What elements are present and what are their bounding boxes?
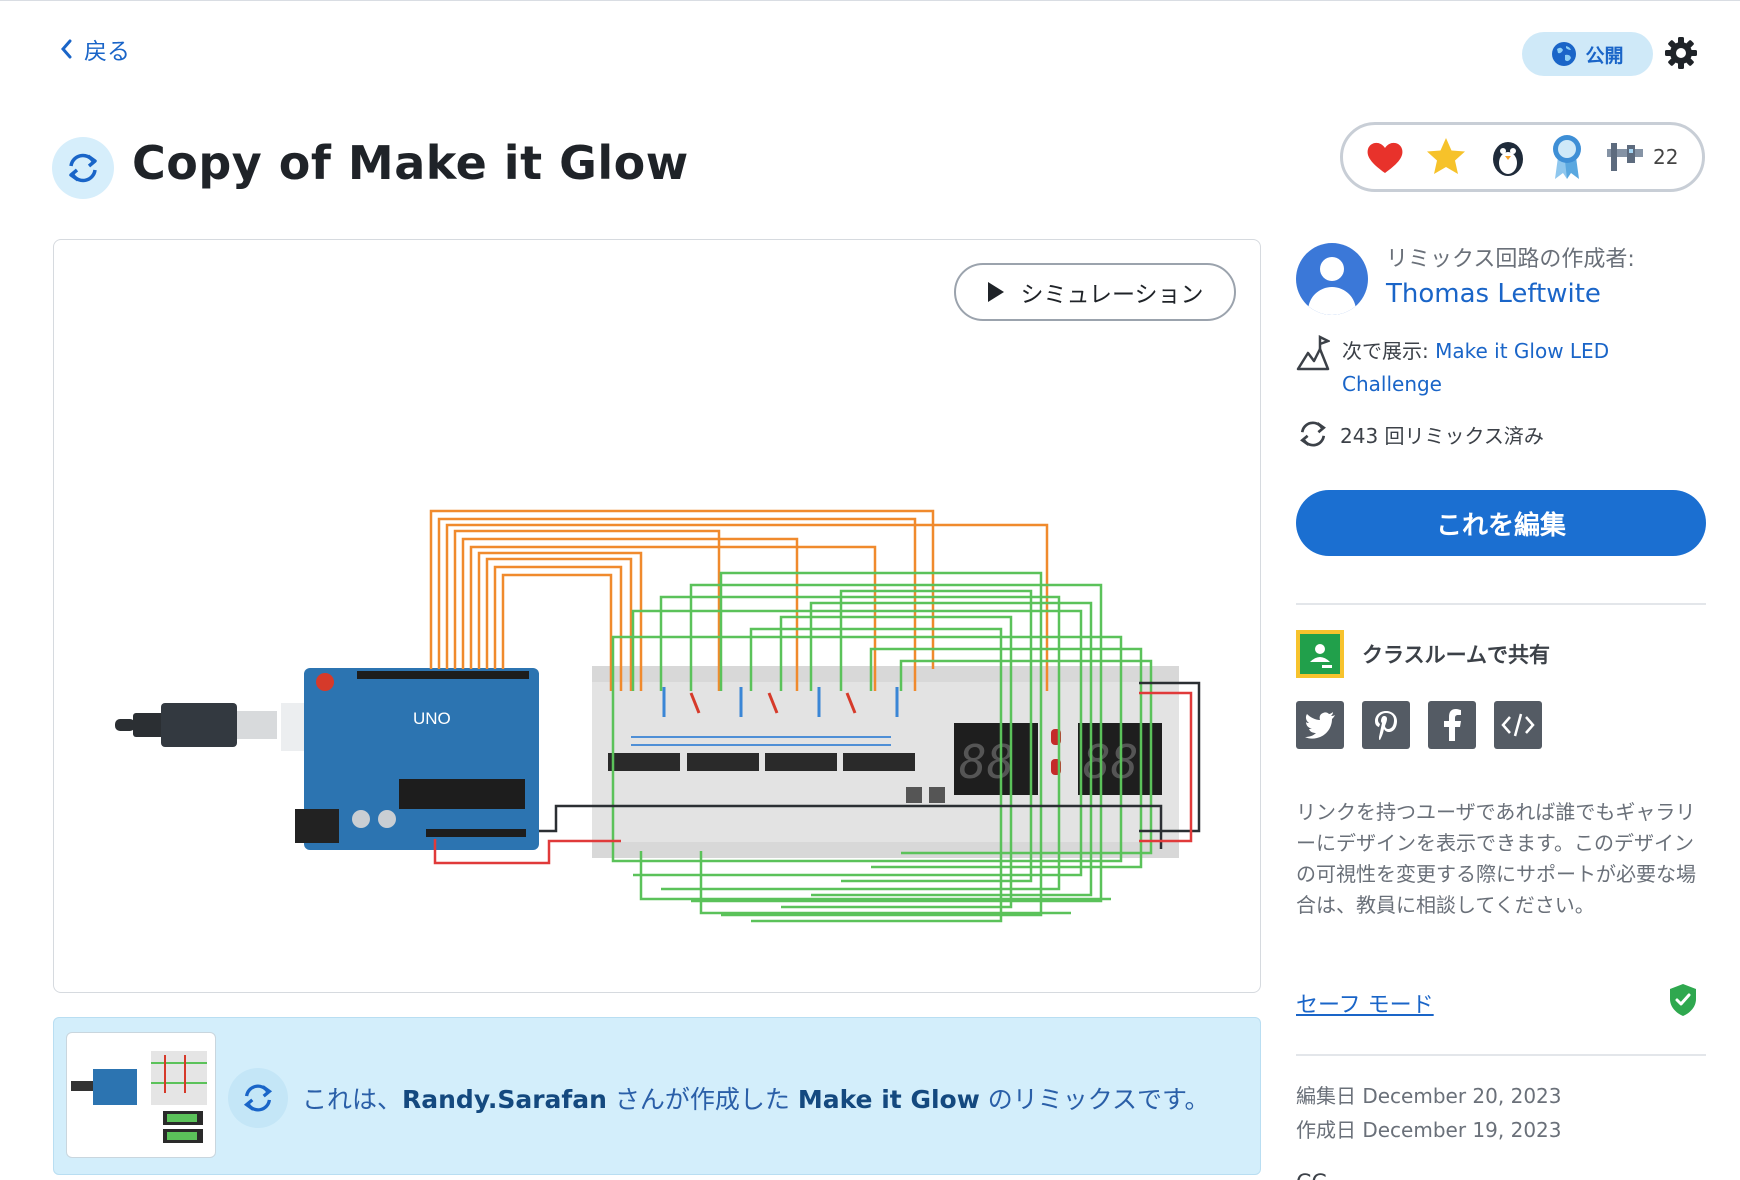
original-design-link[interactable]: Make it Glow (798, 1085, 980, 1114)
google-classroom-icon (1296, 630, 1344, 678)
top-divider (0, 0, 1740, 1)
chevron-left-icon (61, 39, 72, 59)
remix-note-prefix: これは、 (302, 1085, 403, 1114)
remix-note-middle: さんが作成した (606, 1085, 798, 1114)
play-icon (988, 282, 1005, 302)
caliper-icon (1607, 143, 1643, 171)
circuit-diagram: UNO 88 88 (115, 509, 1201, 923)
thumbnail-image (71, 1051, 207, 1143)
remix-note-badge (228, 1068, 288, 1128)
original-thumbnail[interactable] (66, 1032, 216, 1158)
pinterest-icon[interactable] (1362, 701, 1410, 749)
remix-icon (243, 1084, 273, 1112)
badges-panel[interactable]: 22 (1340, 122, 1705, 192)
share-classroom[interactable]: クラスルームで共有 (1296, 630, 1550, 678)
safe-mode-link[interactable]: セーフ モード (1296, 987, 1434, 1019)
featured-icon (1296, 335, 1330, 371)
penguin-icon (1493, 142, 1523, 176)
page-title: Copy of Make it Glow (132, 136, 689, 190)
star-icon (1427, 138, 1465, 174)
svg-text:88: 88 (959, 735, 1014, 789)
circuit-preview[interactable]: UNO 88 88 シミュレーション (53, 239, 1261, 993)
twitter-icon[interactable] (1296, 701, 1344, 749)
divider (1296, 603, 1706, 605)
badge-count: 22 (1653, 145, 1679, 169)
author-block: リミックス回路の作成者: Thomas Leftwite (1296, 239, 1706, 319)
avatar[interactable] (1296, 243, 1368, 315)
simulation-label: シミュレーション (1020, 282, 1204, 308)
visibility-button[interactable]: 公開 (1522, 32, 1653, 76)
license-badge[interactable]: CC (1296, 1171, 1327, 1180)
social-share (1296, 701, 1542, 749)
remix-count-text: 243 回リミックス済み (1340, 423, 1544, 448)
back-link[interactable]: 戻る (58, 32, 130, 66)
author-name-link[interactable]: Thomas Leftwite (1386, 279, 1635, 309)
remix-icon (1300, 421, 1326, 447)
edit-button[interactable]: これを編集 (1296, 490, 1706, 556)
visibility-info: リンクを持つユーザであれば誰でもギャラリーにデザインを表示できます。このデザイン… (1296, 800, 1696, 917)
remix-note-text: これは、Randy.Sarafan さんが作成した Make it Glow の… (302, 1080, 1210, 1116)
remix-icon (69, 153, 97, 183)
dates: 編集日 December 20, 2023 作成日 December 19, 2… (1296, 1079, 1562, 1147)
sidebar: リミックス回路の作成者: Thomas Leftwite 次で展示: Make … (1296, 239, 1706, 1180)
embed-icon[interactable] (1494, 701, 1542, 749)
heart-icon (1367, 142, 1403, 173)
facebook-icon[interactable] (1428, 701, 1476, 749)
visibility-label: 公開 (1585, 44, 1624, 67)
globe-icon (1552, 42, 1577, 66)
classroom-label: クラスルームで共有 (1362, 643, 1550, 667)
svg-text:UNO: UNO (413, 709, 451, 728)
shield-check-icon (1670, 984, 1696, 1016)
simulation-button[interactable]: シミュレーション (954, 263, 1236, 321)
featured-in: 次で展示: Make it Glow LED Challenge (1296, 335, 1632, 401)
divider (1296, 1054, 1706, 1056)
edited-date: 編集日 December 20, 2023 (1296, 1084, 1562, 1108)
remix-count: 243 回リミックス済み (1296, 417, 1544, 451)
remix-note-suffix: のリミックスです。 (979, 1085, 1210, 1114)
ribbon-icon (1553, 135, 1581, 179)
remix-note: これは、Randy.Sarafan さんが作成した Make it Glow の… (53, 1017, 1261, 1175)
cc-label: CC (1296, 1171, 1327, 1180)
author-label: リミックス回路の作成者: (1386, 247, 1635, 272)
gear-icon[interactable] (1664, 36, 1698, 70)
back-label: 戻る (84, 39, 130, 65)
featured-label: 次で展示: (1342, 339, 1429, 363)
created-date: 作成日 December 19, 2023 (1296, 1118, 1562, 1142)
remix-badge (52, 137, 114, 199)
original-author-link[interactable]: Randy.Sarafan (402, 1085, 607, 1114)
